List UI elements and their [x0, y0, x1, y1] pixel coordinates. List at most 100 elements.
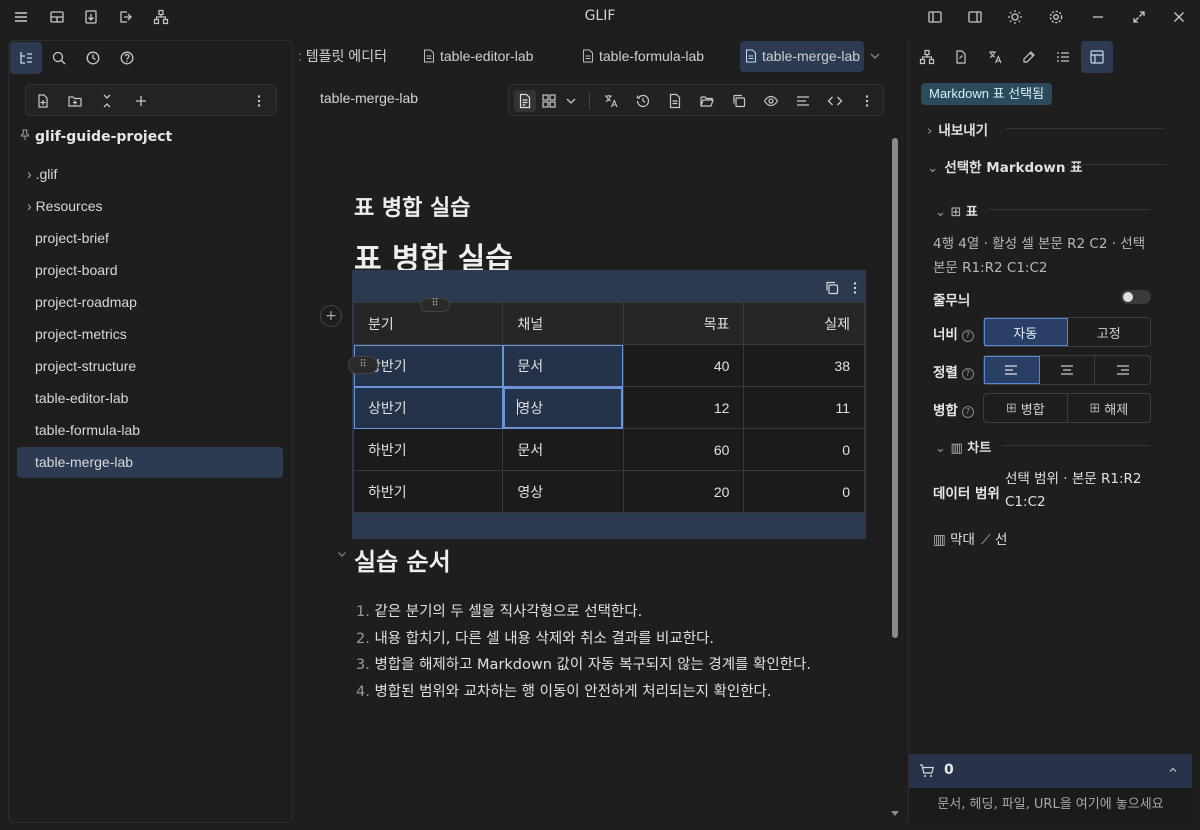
- table-cell-active[interactable]: 영상: [502, 386, 624, 429]
- editor-scrollbar[interactable]: [892, 138, 898, 638]
- document-view-icon[interactable]: [514, 90, 536, 112]
- add-block-button[interactable]: +: [320, 305, 342, 327]
- settings-gear-icon[interactable]: [1045, 6, 1067, 28]
- tree-item-table-merge-lab[interactable]: table-merge-lab: [17, 447, 283, 478]
- scroll-down-arrow-icon[interactable]: [890, 810, 900, 818]
- left-panel-icon[interactable]: [924, 6, 946, 28]
- align-icon[interactable]: [792, 90, 814, 112]
- chart-subsection-header[interactable]: ⌄ ▥ 차트: [935, 437, 991, 456]
- project-name[interactable]: glif-guide-project: [19, 129, 172, 145]
- table-cell[interactable]: 11: [743, 386, 865, 429]
- theme-icon[interactable]: [1004, 6, 1026, 28]
- drop-zone[interactable]: 문서, 헤딩, 파일, URL을 여기에 놓으세요: [909, 788, 1192, 822]
- row-drag-handle[interactable]: ⠿: [348, 356, 378, 374]
- new-file-icon[interactable]: [32, 90, 54, 112]
- help-icon[interactable]: ?: [961, 406, 974, 418]
- tab-overflow-chevron-icon[interactable]: [868, 49, 882, 63]
- tab-table-merge-lab[interactable]: table-merge-lab: [740, 41, 864, 72]
- merge-button[interactable]: ⊞ 병합: [984, 394, 1068, 422]
- translate-icon[interactable]: [600, 90, 622, 112]
- table-cell[interactable]: 38: [743, 344, 865, 387]
- page-icon[interactable]: [664, 90, 686, 112]
- tree-item-project-metrics[interactable]: project-metrics: [17, 319, 283, 350]
- width-auto-button[interactable]: 자동: [984, 318, 1068, 346]
- table-cell[interactable]: 12: [622, 386, 745, 429]
- maximize-icon[interactable]: [1128, 6, 1150, 28]
- chart-bar-option[interactable]: ▥ 막대: [933, 532, 975, 548]
- align-left-button[interactable]: [984, 356, 1040, 384]
- tree-item-table-formula-lab[interactable]: table-formula-lab: [17, 415, 283, 446]
- table-cell[interactable]: 상반기: [352, 386, 504, 429]
- folder-open-icon[interactable]: [696, 90, 718, 112]
- text-caret: [517, 399, 518, 415]
- preview-eye-icon[interactable]: [760, 90, 782, 112]
- tree-item-project-roadmap[interactable]: project-roadmap: [17, 287, 283, 318]
- tree-item-table-editor-lab[interactable]: table-editor-lab: [17, 383, 283, 414]
- table-cell[interactable]: 40: [622, 344, 745, 387]
- tree-item-project-structure[interactable]: project-structure: [17, 351, 283, 382]
- tab-table-editor-lab[interactable]: table-editor-lab: [418, 41, 568, 72]
- tree-item-project-board[interactable]: project-board: [17, 255, 283, 286]
- more-vertical-icon[interactable]: [248, 90, 270, 112]
- chevron-down-icon[interactable]: [560, 90, 582, 112]
- file-tree-icon[interactable]: [10, 42, 42, 74]
- align-right-button[interactable]: [1095, 356, 1150, 384]
- chevron-right-icon: ›: [27, 198, 32, 214]
- column-drag-handle[interactable]: ⠿: [420, 298, 450, 312]
- add-icon[interactable]: [130, 90, 152, 112]
- table-icon[interactable]: [1081, 41, 1113, 73]
- tab-template-editor[interactable]: : 템플릿 에디터: [298, 41, 410, 72]
- table-copy-icon[interactable]: [824, 280, 840, 296]
- width-fixed-button[interactable]: 고정: [1068, 318, 1151, 346]
- more-vertical-icon[interactable]: [856, 90, 878, 112]
- table-cell[interactable]: 문서: [502, 428, 624, 471]
- code-icon[interactable]: [824, 90, 846, 112]
- section-collapse-chevron-icon[interactable]: [336, 548, 348, 560]
- table-cell[interactable]: 문서: [502, 344, 624, 387]
- list-icon[interactable]: [1047, 41, 1079, 73]
- chevron-up-icon[interactable]: [1167, 764, 1179, 776]
- list-text: 내용 합치기, 다른 셀 내용 삭제와 취소 결과를 비교한다.: [374, 630, 715, 647]
- chart-line-option[interactable]: ⟋ 선: [981, 532, 1007, 548]
- table-subsection-header[interactable]: ⌄ ⊞ 표: [935, 201, 978, 220]
- align-center-button[interactable]: [1040, 356, 1096, 384]
- table-cell[interactable]: 60: [622, 428, 745, 471]
- table-cell[interactable]: 20: [622, 470, 745, 513]
- table-header-cell[interactable]: 실제: [743, 302, 865, 345]
- tree-item-glif[interactable]: › .glif: [17, 159, 283, 190]
- table-header-cell[interactable]: 채널: [502, 302, 624, 345]
- export-section-header[interactable]: › 내보내기: [927, 119, 988, 139]
- chart-type-options: ▥ 막대 ⟋ 선: [933, 528, 1007, 548]
- table-cell[interactable]: 하반기: [352, 428, 504, 471]
- minimize-icon[interactable]: [1087, 6, 1109, 28]
- tab-table-formula-lab[interactable]: table-formula-lab: [577, 41, 729, 72]
- right-panel-icon[interactable]: [964, 6, 986, 28]
- edit-icon[interactable]: [1013, 41, 1045, 73]
- new-folder-icon[interactable]: [64, 90, 86, 112]
- unmerge-button[interactable]: ⊞ 해제: [1068, 394, 1151, 422]
- help-icon[interactable]: ?: [961, 330, 974, 342]
- grid-view-icon[interactable]: [538, 90, 560, 112]
- translate-icon[interactable]: [979, 41, 1011, 73]
- selected-table-section-header[interactable]: ⌄ 선택한 Markdown 표: [927, 156, 1083, 176]
- table-cell[interactable]: 영상: [502, 470, 624, 513]
- tree-item-resources[interactable]: › Resources: [17, 191, 283, 222]
- structure-icon[interactable]: [911, 41, 943, 73]
- table-cell[interactable]: 하반기: [352, 470, 504, 513]
- table-cell[interactable]: 0: [743, 428, 865, 471]
- help-icon[interactable]: [111, 42, 143, 74]
- copy-icon[interactable]: [728, 90, 750, 112]
- table-cell[interactable]: 0: [743, 470, 865, 513]
- collection-bar[interactable]: 0: [909, 754, 1192, 788]
- close-icon[interactable]: [1168, 6, 1190, 28]
- stripe-toggle[interactable]: [1121, 290, 1151, 304]
- search-icon[interactable]: [43, 42, 75, 74]
- history-clock-icon[interactable]: [77, 42, 109, 74]
- table-more-icon[interactable]: [850, 280, 860, 296]
- history-icon[interactable]: [632, 90, 654, 112]
- tree-item-project-brief[interactable]: project-brief: [17, 223, 283, 254]
- help-icon[interactable]: ?: [961, 368, 974, 380]
- table-header-cell[interactable]: 목표: [622, 302, 745, 345]
- file-link-icon[interactable]: [945, 41, 977, 73]
- collapse-all-icon[interactable]: [96, 90, 118, 112]
